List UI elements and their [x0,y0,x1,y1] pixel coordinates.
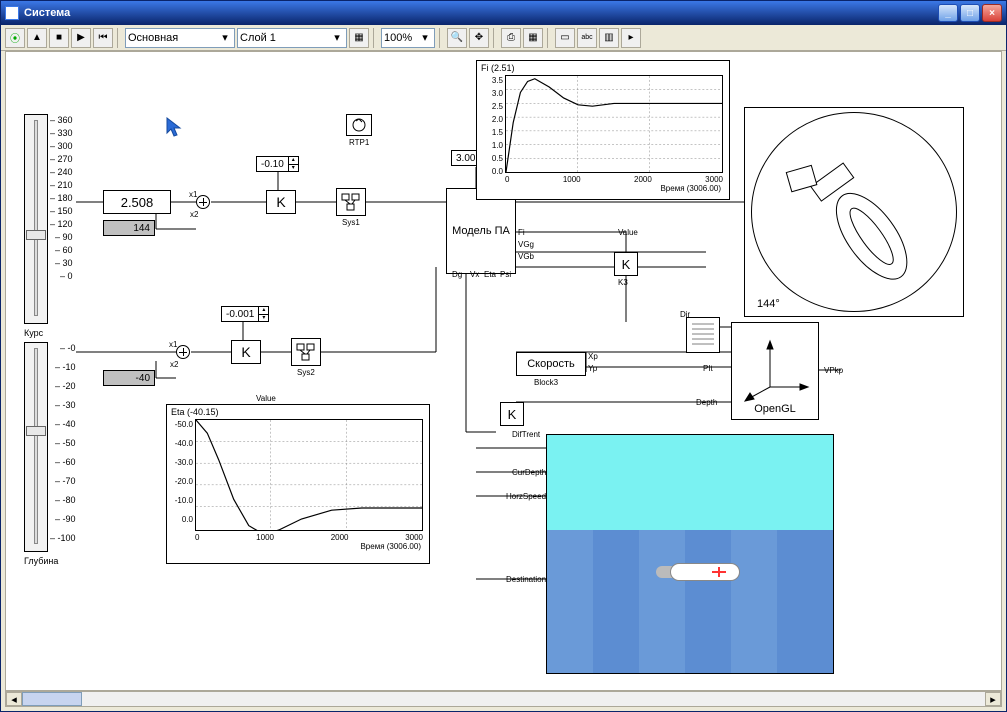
port-eta: Eta [484,270,496,279]
submarine-icon [656,559,746,585]
port-vgb: VGb [518,252,534,261]
plot-eta[interactable]: Eta (-40.15) -50.0-40.0-30.0-20.0-10.00.… [166,404,430,564]
spinner-gain1-value: -0.10 [257,159,288,170]
port-psi: Psi [500,270,511,279]
block-k1[interactable]: K [266,190,296,214]
sum-junction-2 [176,345,190,359]
compass-view[interactable]: 144° [744,107,964,317]
display-kurs-value: 2.508 [103,190,171,214]
layer-combo-label: Слой 1 [240,32,276,44]
submarine-view[interactable] [546,434,834,674]
port-vgg: VGg [518,240,534,249]
cursor-pointer-icon [166,117,180,137]
window-title: Система [24,7,70,19]
tool-rewind-icon[interactable]: ⏮ [93,28,113,48]
slider-glubina[interactable]: – -0– -10– -20– -30– -40– -50– -60– -70–… [24,342,104,562]
port-destination: Destination [506,575,546,584]
tool-c-icon[interactable]: ▥ [599,28,619,48]
tool-print-icon[interactable]: ⎙ [501,28,521,48]
layout-combo-label: Основная [128,32,178,44]
scroll-left-icon[interactable]: ◂ [6,692,22,706]
diagram-canvas[interactable]: – 360– 330– 300– 270– 240– 210– 180– 150… [5,51,1002,691]
spinner-gain2[interactable]: -0.001 ▴▾ [221,306,269,322]
toolbar: ⦿ ▲ ■ ▶ ⏮ Основная▾ Слой 1▾ ▦ 100%▾ 🔍 ✥ … [1,25,1006,51]
port-diftrent: DifTrent [512,430,540,439]
block3-label: Block3 [534,378,558,387]
titlebar: Система _ □ × [1,1,1006,25]
spinner-gain2-value: -0.001 [222,309,258,320]
sum-junction-1 [196,195,210,209]
slider-kurs-label: Курс [24,328,43,338]
spinner-gain1[interactable]: -0.10 ▴▾ [256,156,299,172]
port-depth: Depth [696,398,717,407]
port-pit: PIt [703,364,713,373]
value-label-1: Value [618,228,638,237]
block-k4[interactable]: K [500,402,524,426]
port-horzspeed: HorzSpeed [506,492,546,501]
port-dir: Dir [680,310,690,319]
port-vpkp: VPkp [824,366,843,375]
block-rtp1[interactable] [346,114,372,136]
zoom-combo[interactable]: 100%▾ [381,28,435,48]
slider-glubina-label: Глубина [24,556,58,566]
block-k3[interactable]: K [614,252,638,276]
compass-angle: 144° [757,298,780,310]
plot-eta-xlabel: Время (3006.00) [167,542,429,551]
app-window: Система _ □ × ⦿ ▲ ■ ▶ ⏮ Основная▾ Слой 1… [0,0,1007,712]
tool-layers-icon[interactable]: ▦ [349,28,369,48]
port-yp: Yp [588,364,597,373]
port-dg: Dg [452,270,462,279]
tool-zoom-icon[interactable]: 🔍 [447,28,467,48]
scroll-right-icon[interactable]: ▸ [985,692,1001,706]
horizontal-scrollbar[interactable]: ◂ ▸ [5,691,1002,707]
display-kurs-setpoint: 144 [103,220,155,236]
layout-combo[interactable]: Основная▾ [125,28,235,48]
port-fi: Fi [518,228,525,237]
tool-new-icon[interactable]: ⦿ [5,28,25,48]
zoom-label: 100% [384,32,412,44]
maximize-button[interactable]: □ [960,4,980,22]
plot-eta-title: Eta (-40.15) [167,405,429,417]
tool-b-icon[interactable]: abc [577,28,597,48]
port-vx: Vx [470,270,479,279]
tool-pan-icon[interactable]: ✥ [469,28,489,48]
x2-label-top: x2 [190,210,198,219]
value-label-2: Value [256,394,276,403]
plot-fi-xlabel: Время (3006.00) [477,184,729,193]
block-k2[interactable]: K [231,340,261,364]
tool-open-icon[interactable]: ▲ [27,28,47,48]
block-model-pa[interactable]: Модель ПА [446,188,516,274]
x2-label-bot: x2 [170,360,178,369]
minimize-button[interactable]: _ [938,4,958,22]
plot-fi[interactable]: Fi (2.51) 3.53.02.52.01.51.00.50.0 01000… [476,60,730,200]
connector-block[interactable] [686,317,720,353]
display-glubina-setpoint: -40 [103,370,155,386]
app-icon [5,6,19,20]
block-sys1[interactable] [336,188,366,216]
block-sys2[interactable] [291,338,321,366]
tool-a-icon[interactable]: ▭ [555,28,575,48]
block-opengl[interactable]: OpenGL [731,322,819,420]
sys1-label: Sys1 [342,218,360,227]
tool-stop-icon[interactable]: ■ [49,28,69,48]
opengl-label: OpenGL [754,403,796,419]
layer-combo[interactable]: Слой 1▾ [237,28,347,48]
port-xp: Xp [588,352,598,361]
plot-fi-title: Fi (2.51) [477,61,729,73]
tool-d-icon[interactable]: ▸ [621,28,641,48]
block-speed[interactable]: Скорость [516,352,586,376]
slider-kurs[interactable]: – 360– 330– 300– 270– 240– 210– 180– 150… [24,114,104,334]
close-button[interactable]: × [982,4,1002,22]
tool-grid-icon[interactable]: ▦ [523,28,543,48]
rtp1-label: RTP1 [349,138,369,147]
port-curdepth: CurDepth [512,468,546,477]
sys2-label: Sys2 [297,368,315,377]
tool-play-icon[interactable]: ▶ [71,28,91,48]
